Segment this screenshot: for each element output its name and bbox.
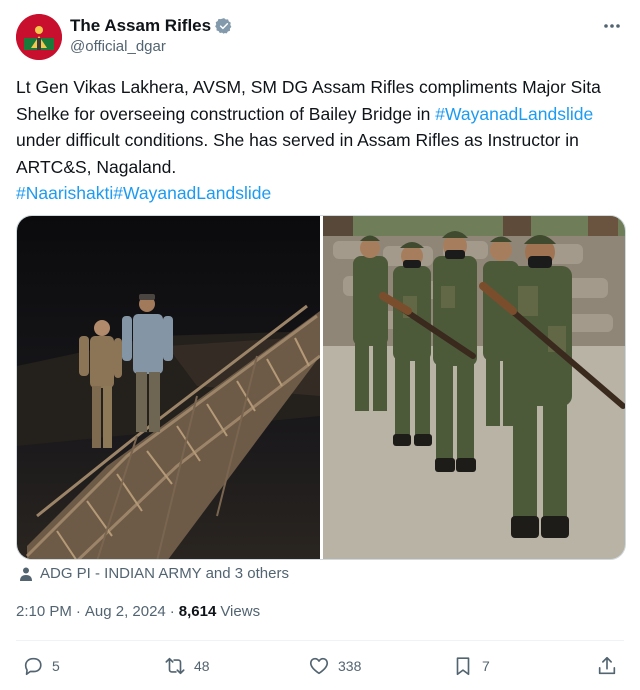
author-name[interactable]: The Assam Rifles (70, 16, 211, 36)
tweet-time[interactable]: 2:10 PM (16, 603, 72, 620)
tweet-meta: 2:10 PM · Aug 2, 2024 · 8,614 Views (16, 603, 260, 620)
action-bar: 5 48 338 7 (0, 648, 640, 684)
tagged-text: ADG PI - INDIAN ARMY and 3 others (40, 565, 289, 582)
bookmark-count: 7 (482, 658, 490, 674)
share-button[interactable] (596, 648, 618, 684)
person-icon (20, 567, 32, 581)
tweet-text-part2: under difficult conditions. She has serv… (16, 130, 579, 177)
like-button[interactable]: 338 (308, 648, 361, 684)
views-count: 8,614 (178, 603, 217, 620)
retweet-icon (165, 657, 185, 675)
views-label: Views (220, 603, 261, 620)
retweet-count: 48 (194, 658, 210, 674)
media-photo-march[interactable] (323, 216, 625, 559)
bookmark-button[interactable]: 7 (452, 648, 490, 684)
tagged-users[interactable]: ADG PI - INDIAN ARMY and 3 others (18, 565, 289, 582)
share-icon (598, 656, 616, 675)
reply-button[interactable]: 5 (22, 648, 60, 684)
verified-badge-icon (215, 18, 232, 34)
author-block: The Assam Rifles @official_dgar (70, 16, 233, 55)
like-count: 338 (338, 658, 362, 674)
media-grid (16, 215, 626, 560)
tweet-card: The Assam Rifles @official_dgar Lt Gen V… (0, 0, 640, 690)
tweet-text: Lt Gen Vikas Lakhera, AVSM, SM DG Assam … (16, 74, 626, 207)
heart-icon (309, 657, 329, 675)
assam-rifles-emblem-icon (16, 14, 62, 60)
hashtags-line[interactable]: #Naarishakti#WayanadLandslide (16, 183, 271, 203)
hashtag-link[interactable]: #WayanadLandslide (435, 104, 593, 124)
media-photo-bridge[interactable] (17, 216, 321, 559)
meta-separator-2: · (169, 603, 175, 620)
soldiers-march-photo (323, 216, 625, 559)
meta-separator: · (75, 603, 81, 620)
avatar[interactable] (16, 14, 62, 60)
retweet-button[interactable]: 48 (164, 648, 210, 684)
divider (16, 640, 624, 641)
bookmark-icon (456, 657, 470, 676)
tweet-date[interactable]: Aug 2, 2024 (85, 603, 166, 620)
bridge-night-photo (17, 216, 321, 559)
reply-icon (24, 657, 42, 676)
more-horizontal-icon[interactable] (602, 16, 622, 41)
author-handle[interactable]: @official_dgar (70, 38, 233, 55)
reply-count: 5 (52, 658, 60, 674)
